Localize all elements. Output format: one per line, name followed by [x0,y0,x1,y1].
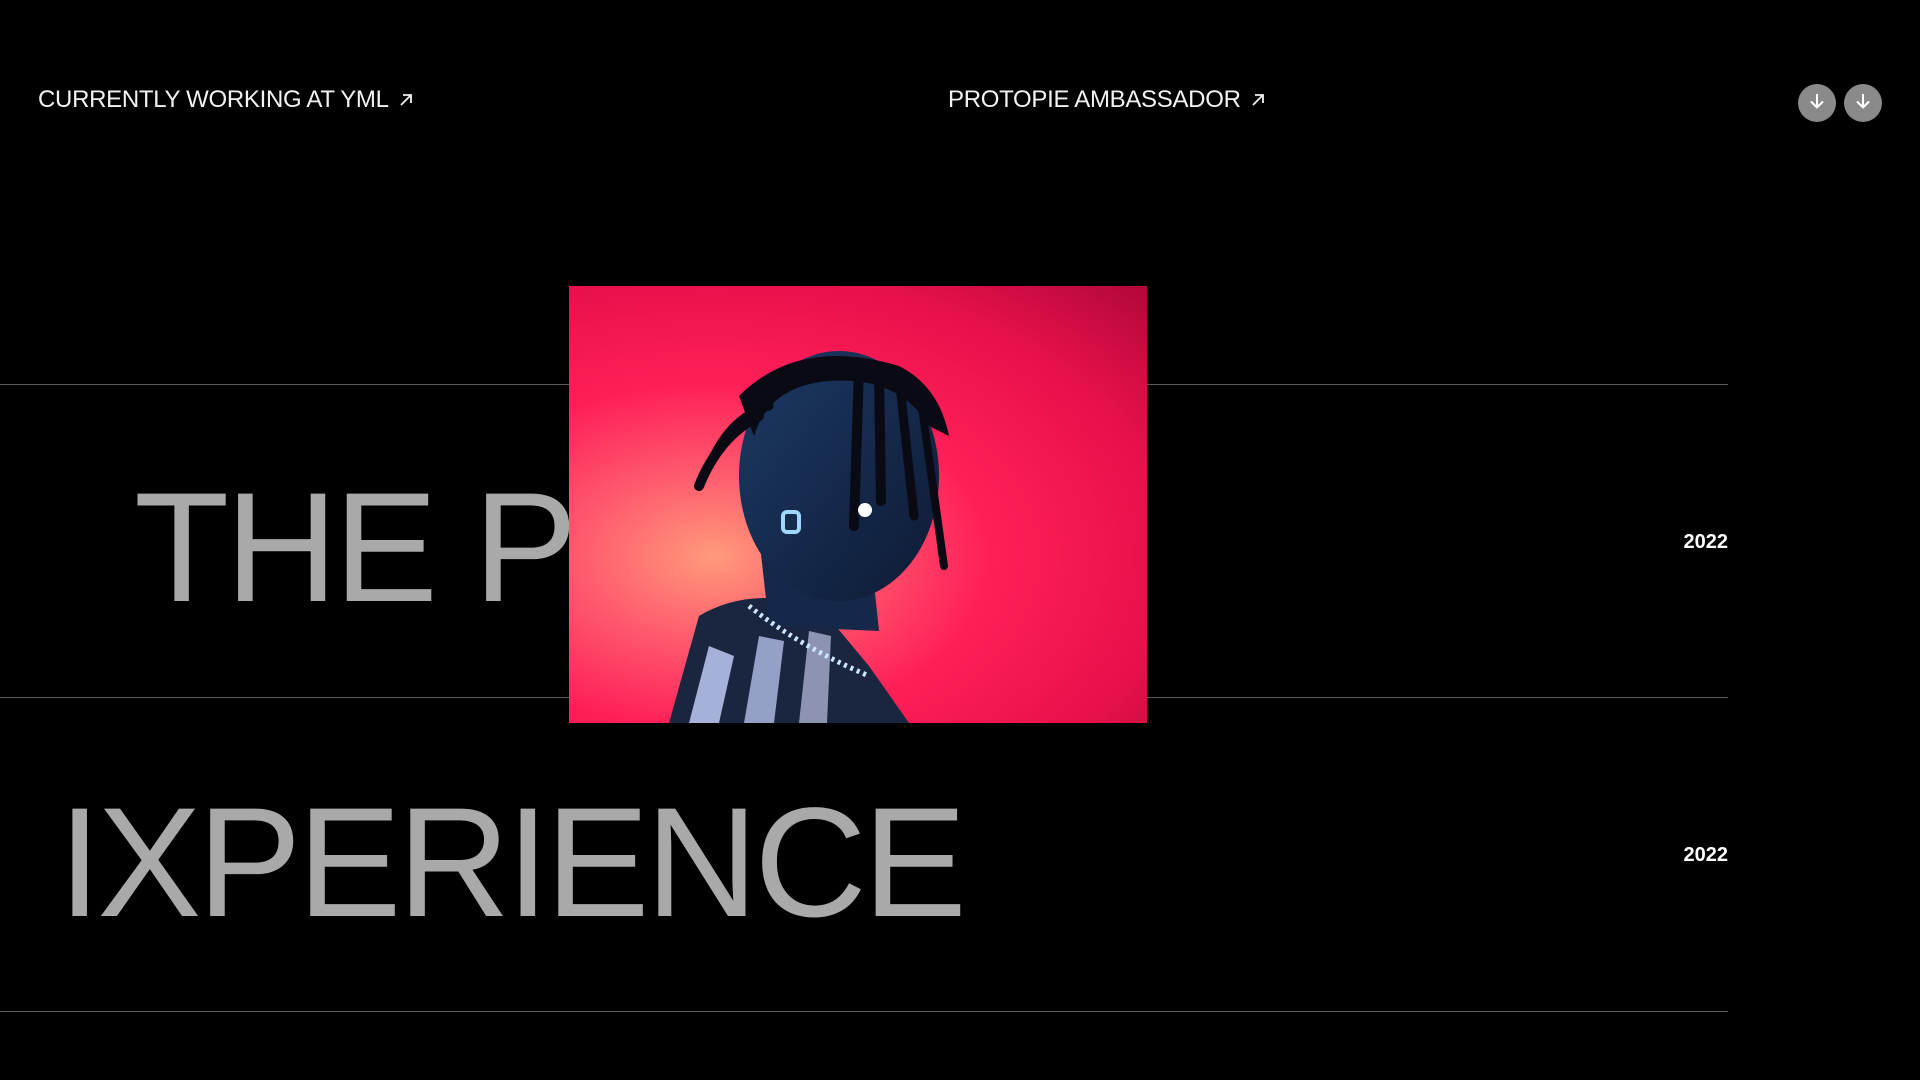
nav-buttons [1798,84,1882,122]
project-title-2[interactable]: IXPERIENCE [58,785,967,941]
yml-link-label: CURRENTLY WORKING AT YML [38,86,389,113]
yml-link[interactable]: CURRENTLY WORKING AT YML [38,86,413,114]
protopie-ambassador-link[interactable]: PROTOPIE AMBASSADOR [948,86,1265,114]
divider [0,1011,1728,1012]
arrow-down-icon [1854,92,1872,115]
arrow-down-icon [1808,92,1826,115]
scroll-down-button[interactable] [1798,84,1836,122]
arrow-up-right-icon [1251,93,1265,107]
project-year-1: 2022 [1683,531,1729,553]
protopie-link-label: PROTOPIE AMBASSADOR [948,86,1241,113]
next-down-button[interactable] [1844,84,1882,122]
cursor-dot [858,503,872,517]
project-year-2: 2022 [1683,844,1729,866]
project-preview-image [569,286,1147,723]
arrow-up-right-icon [399,93,413,107]
